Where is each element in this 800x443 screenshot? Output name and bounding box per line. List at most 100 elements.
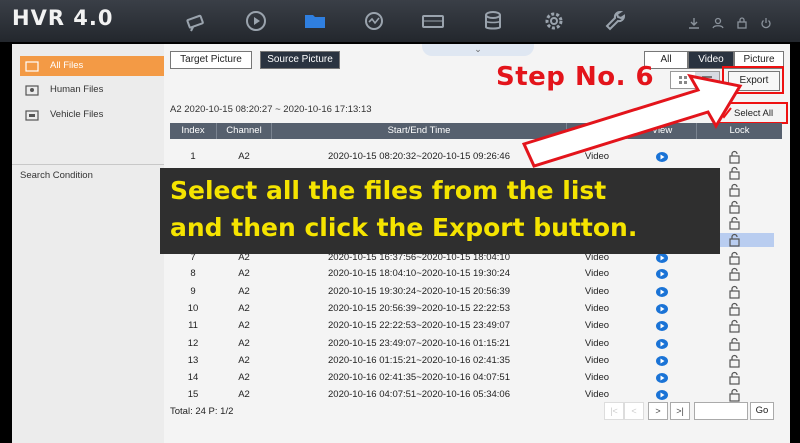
table-row[interactable]: 8 A2 2020-10-15 18:04:10~2020-10-15 19:30:… <box>170 266 782 282</box>
grid-view-icon[interactable] <box>671 72 695 88</box>
page-number-input[interactable] <box>694 402 748 420</box>
next-page-button[interactable]: > <box>648 402 668 420</box>
step-label: Step No. 6 <box>496 62 655 92</box>
index-cell: 15 <box>187 389 199 400</box>
play-icon[interactable] <box>656 287 668 297</box>
table-row[interactable]: 9 A2 2020-10-15 19:30:24~2020-10-15 20:56:… <box>170 284 782 300</box>
unlock-icon[interactable] <box>728 233 742 247</box>
play-icon[interactable] <box>656 356 668 366</box>
divider <box>12 164 164 165</box>
download-icon[interactable] <box>688 16 700 29</box>
index-cell: 10 <box>187 303 199 314</box>
play-icon[interactable] <box>656 339 668 349</box>
file-type-cell: Video <box>584 389 610 400</box>
channel-cell: A2 <box>238 286 250 297</box>
select-all-label: Select All <box>734 108 774 119</box>
list-view-icon[interactable] <box>695 72 719 88</box>
file-type-cell: Video <box>584 320 610 331</box>
search-analytics-icon[interactable] <box>361 8 387 34</box>
file-type-cell: Video <box>584 338 610 349</box>
column-header[interactable]: Start/End Time <box>272 123 567 139</box>
unlock-icon[interactable] <box>728 388 742 402</box>
previous-page-button[interactable]: < <box>624 402 644 420</box>
target-picture-button[interactable]: Target Picture <box>170 51 252 69</box>
index-cell: 9 <box>190 286 196 297</box>
user-icon[interactable] <box>712 16 724 29</box>
unlock-icon[interactable] <box>728 302 742 316</box>
folder-icon[interactable] <box>302 8 328 34</box>
time-cell: 2020-10-15 22:22:53~2020-10-15 23:49:07 <box>328 320 510 331</box>
index-cell: 13 <box>187 355 199 366</box>
total-pages-label: Total: 24 P: 1/2 <box>170 406 234 417</box>
column-header: View <box>628 123 697 139</box>
sidebar-item-human-files[interactable]: Human Files <box>20 80 167 100</box>
unlock-icon[interactable] <box>728 371 742 385</box>
index-cell: 14 <box>187 372 199 383</box>
channel-cell: A2 <box>238 303 250 314</box>
first-page-button[interactable]: |< <box>604 402 624 420</box>
instruction-line-2: and then click the Export button. <box>170 213 638 242</box>
power-icon[interactable] <box>760 16 772 29</box>
table-row[interactable]: 14 A2 2020-10-16 02:41:35~2020-10-16 04:07… <box>170 370 782 386</box>
storage-icon[interactable] <box>420 8 446 34</box>
table-row[interactable]: 13 A2 2020-10-16 01:15:21~2020-10-16 02:41… <box>170 353 782 369</box>
left-panel: All Files Human Files Vehicle Files Sear… <box>12 44 167 443</box>
file-type-cell: Video <box>584 372 610 383</box>
play-icon[interactable] <box>656 269 668 279</box>
search-condition-label: Search Condition <box>20 170 93 181</box>
camera-icon[interactable] <box>184 8 210 34</box>
time-cell: 2020-10-16 04:07:51~2020-10-16 05:34:06 <box>328 389 510 400</box>
play-icon[interactable] <box>656 152 668 162</box>
file-type-cell: Video <box>584 355 610 366</box>
table-row[interactable]: 1 A2 2020-10-15 08:20:32~2020-10-15 09:26:… <box>170 149 782 165</box>
play-icon[interactable] <box>656 253 668 263</box>
database-icon[interactable] <box>480 8 506 34</box>
collapse-handle[interactable]: ⌄ <box>422 44 534 56</box>
unlock-icon[interactable] <box>728 285 742 299</box>
go-button[interactable]: Go <box>750 402 774 420</box>
sidebar-item-vehicle-files[interactable]: Vehicle Files <box>20 105 167 125</box>
unlock-icon[interactable] <box>728 319 742 333</box>
play-icon[interactable] <box>656 373 668 383</box>
unlock-icon[interactable] <box>728 354 742 368</box>
view-mode-toggle <box>670 71 720 89</box>
file-type-cell: Video <box>584 268 610 279</box>
table-row[interactable]: 11 A2 2020-10-15 22:22:53~2020-10-15 23:49… <box>170 318 782 334</box>
time-cell: 2020-10-16 01:15:21~2020-10-16 02:41:35 <box>328 355 510 366</box>
playback-icon[interactable] <box>243 8 269 34</box>
chevron-down-icon: ⌄ <box>474 44 482 54</box>
index-cell: 12 <box>187 338 199 349</box>
time-range-label: A2 2020-10-15 08:20:27 ~ 2020-10-16 17:1… <box>170 104 372 115</box>
maintenance-wrench-icon[interactable] <box>602 8 628 34</box>
table-row[interactable]: 10 A2 2020-10-15 20:56:39~2020-10-15 22:22… <box>170 301 782 317</box>
column-header[interactable]: Index <box>170 123 217 139</box>
top-navigation-bar: HVR 4.0 <box>0 0 800 42</box>
unlock-icon[interactable] <box>728 183 742 197</box>
settings-gear-icon[interactable] <box>541 8 567 34</box>
unlock-icon[interactable] <box>728 166 742 180</box>
source-picture-button[interactable]: Source Picture <box>260 51 340 69</box>
file-type-cell: Video <box>584 151 610 162</box>
lock-screen-icon[interactable] <box>736 16 748 29</box>
table-row[interactable]: 15 A2 2020-10-16 04:07:51~2020-10-16 05:34… <box>170 387 782 403</box>
select-all-checkbox[interactable]: Select All <box>714 102 788 124</box>
sidebar-item-label: Human Files <box>50 84 104 95</box>
unlock-icon[interactable] <box>728 267 742 281</box>
play-icon[interactable] <box>656 321 668 331</box>
table-row[interactable]: 12 A2 2020-10-15 23:49:07~2020-10-16 01:15… <box>170 336 782 352</box>
column-header[interactable]: File Type <box>567 123 628 139</box>
sidebar-item-all-files[interactable]: All Files <box>20 56 167 76</box>
files-icon <box>25 60 39 72</box>
unlock-icon[interactable] <box>728 150 742 164</box>
play-icon[interactable] <box>656 304 668 314</box>
last-page-button[interactable]: >| <box>670 402 690 420</box>
screenshot-frame: HVR 4.0 All Files Human Files Vehicle Fi… <box>0 0 800 443</box>
unlock-icon[interactable] <box>728 200 742 214</box>
unlock-icon[interactable] <box>728 251 742 265</box>
index-cell: 11 <box>188 320 198 331</box>
play-icon[interactable] <box>656 390 668 400</box>
unlock-icon[interactable] <box>728 337 742 351</box>
channel-cell: A2 <box>238 268 250 279</box>
unlock-icon[interactable] <box>728 216 742 230</box>
column-header[interactable]: Channel <box>217 123 272 139</box>
